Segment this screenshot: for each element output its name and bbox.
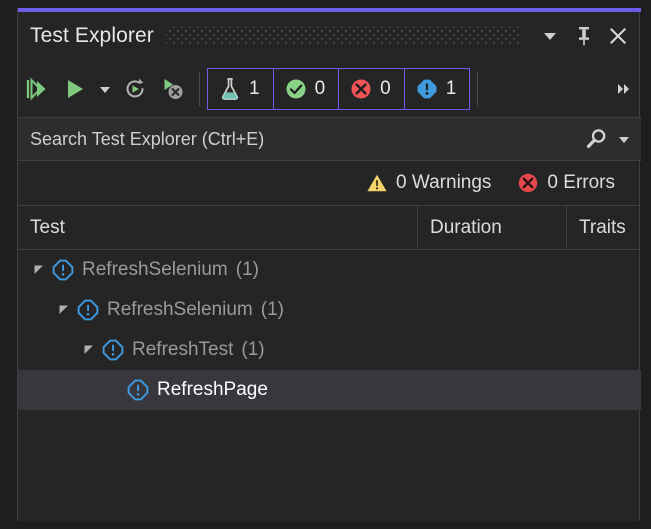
pin-icon[interactable]	[567, 19, 601, 53]
column-header-test[interactable]: Test	[18, 206, 418, 249]
toolbar-separator-right	[477, 71, 479, 106]
tree-row-label: RefreshTest	[132, 339, 234, 360]
tree-row-refreshpage-test[interactable]: RefreshPage	[18, 370, 641, 410]
search-icon[interactable]	[579, 122, 613, 156]
tool-window-title-bar: Test Explorer	[18, 12, 641, 60]
tree-row-label: RefreshSelenium	[107, 299, 253, 320]
tree-row-label: RefreshSelenium	[82, 259, 228, 280]
failed-tests-badge[interactable]: 0	[339, 68, 405, 109]
warnings-count-label: 0 Warnings	[396, 172, 492, 193]
tree-row-count: (1)	[235, 259, 259, 280]
test-explorer-tool-window: Test Explorer 1 0 0 1 Search Test Explor…	[17, 8, 641, 521]
total-tests-badge[interactable]: 1	[208, 68, 274, 109]
check-circle-icon	[284, 77, 308, 101]
stop-run-icon[interactable]	[154, 70, 192, 108]
tree-row-count: (1)	[241, 339, 265, 360]
close-icon[interactable]	[601, 19, 635, 53]
toolbar-separator	[199, 71, 200, 106]
column-header-duration[interactable]: Duration	[418, 206, 567, 249]
column-header-traits[interactable]: Traits	[567, 206, 641, 249]
not-run-icon	[125, 370, 151, 410]
warning-triangle-icon	[366, 172, 388, 194]
error-circle-icon	[349, 77, 373, 101]
test-summary-badges: 1 0 0 1	[207, 67, 471, 110]
search-input[interactable]	[18, 128, 579, 150]
not-run-tests-badge[interactable]: 1	[405, 69, 470, 109]
tree-row-count: (1)	[260, 299, 284, 320]
not-run-tests-count: 1	[445, 77, 457, 99]
errors-status[interactable]: 0 Errors	[517, 172, 615, 194]
search-bar[interactable]	[18, 117, 641, 161]
errors-count-label: 0 Errors	[547, 172, 615, 193]
column-header-row: Test Duration Traits	[18, 206, 641, 250]
not-run-icon	[50, 250, 76, 290]
double-chevron-right-icon[interactable]	[611, 72, 637, 106]
run-icon[interactable]	[56, 70, 94, 108]
repeat-run-icon[interactable]	[116, 70, 154, 108]
page-title: Test Explorer	[30, 24, 154, 47]
title-bar-grip[interactable]	[165, 27, 521, 45]
tree-row-refreshselenium-namespace[interactable]: RefreshSelenium (1)	[18, 290, 641, 330]
warnings-status[interactable]: 0 Warnings	[366, 172, 491, 194]
expand-triangle-icon[interactable]	[28, 250, 50, 290]
failed-tests-count: 0	[380, 77, 391, 99]
passed-tests-count: 0	[314, 77, 326, 99]
expand-triangle-icon[interactable]	[53, 290, 75, 330]
not-run-icon	[75, 290, 101, 330]
tree-row-refreshtest-class[interactable]: RefreshTest (1)	[18, 330, 641, 370]
tree-row-label: RefreshPage	[157, 379, 268, 400]
run-all-icon[interactable]	[18, 70, 56, 108]
chevron-down-icon[interactable]	[533, 19, 567, 53]
search-options-chevron-down-icon[interactable]	[613, 122, 635, 156]
tree-row-refreshselenium-assembly[interactable]: RefreshSelenium (1)	[18, 250, 641, 290]
expand-triangle-icon[interactable]	[78, 330, 100, 370]
test-explorer-toolbar: 1 0 0 1	[18, 60, 641, 117]
flask-icon	[218, 77, 242, 101]
not-run-icon	[415, 77, 439, 101]
test-tree: RefreshSelenium (1) RefreshSelenium (1) Refr…	[18, 250, 641, 519]
passed-tests-badge[interactable]: 0	[274, 68, 340, 109]
status-summary-row: 0 Warnings 0 Errors	[18, 161, 641, 206]
run-dropdown-chevron-down-icon[interactable]	[94, 70, 116, 108]
total-tests-count: 1	[249, 77, 260, 99]
not-run-icon	[100, 330, 126, 370]
error-circle-icon	[517, 172, 539, 194]
